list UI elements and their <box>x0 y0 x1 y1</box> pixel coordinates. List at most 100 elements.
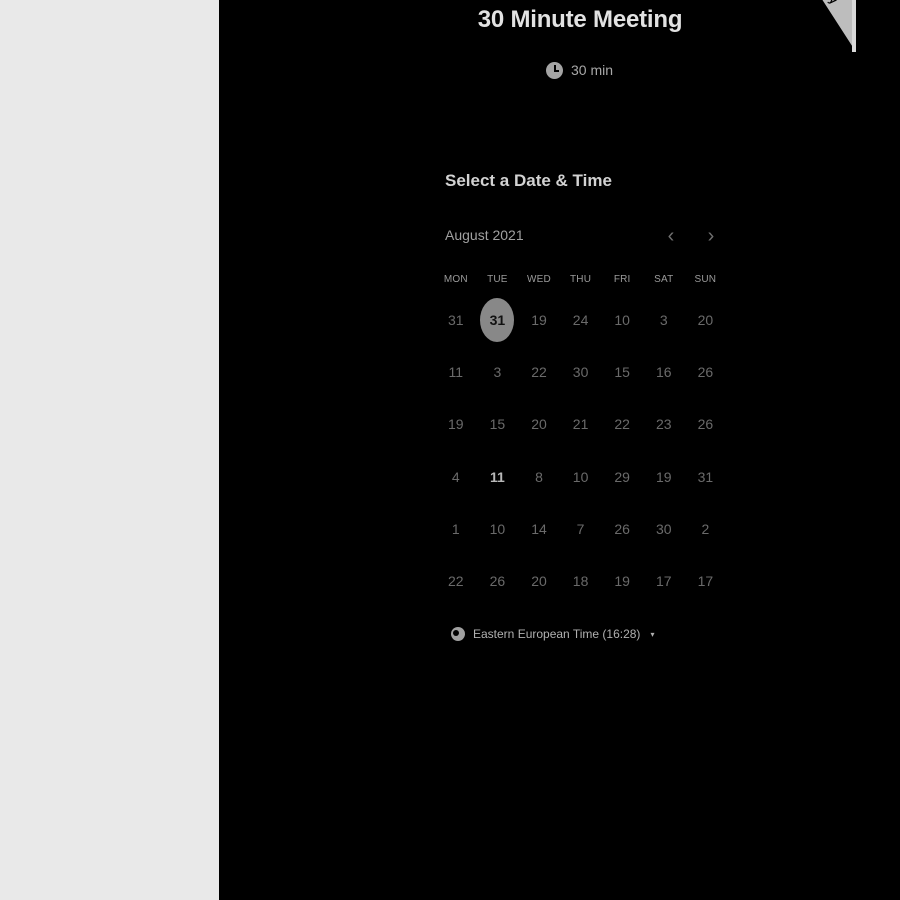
calendar-day[interactable]: 20 <box>518 555 560 607</box>
calendar-day-number: 26 <box>489 573 506 590</box>
calendar-day[interactable]: 2 <box>685 503 727 555</box>
caret-down-icon: ▾ <box>650 629 655 639</box>
timezone-selector[interactable]: Eastern European Time (16:28) ▾ <box>451 627 654 641</box>
calendar-day-number: 1 <box>451 520 460 537</box>
calendar-day[interactable]: 10 <box>601 294 643 346</box>
calendar: MON TUE WED THU FRI SAT SUN 31 31 19 24 10 3 2… <box>435 274 727 607</box>
calendar-day[interactable]: 26 <box>601 503 643 555</box>
calendar-day[interactable]: 24 <box>560 294 602 346</box>
calendar-day-number: 24 <box>572 312 589 329</box>
calendar-day[interactable]: 7 <box>560 503 602 555</box>
select-date-time-heading: Select a Date & Time <box>445 171 612 190</box>
weekday-sat: SAT <box>654 274 674 285</box>
calendar-day-number: 31 <box>448 312 464 329</box>
calendar-day[interactable]: 31 <box>477 294 519 346</box>
left-panel <box>0 0 219 900</box>
timezone-label: Eastern European Time (16:28) <box>473 627 641 641</box>
next-month-button[interactable]: › <box>700 224 722 248</box>
calendar-day-number: 26 <box>697 364 714 381</box>
calendar-day[interactable]: 22 <box>601 398 643 450</box>
calendar-day-number: 20 <box>531 573 547 590</box>
calendar-day[interactable]: 19 <box>643 451 685 503</box>
calendar-day[interactable]: 22 <box>435 555 477 607</box>
calendar-day[interactable]: 11 <box>435 346 477 398</box>
weekday-header: MON TUE WED THU FRI SAT SUN <box>435 274 727 294</box>
calendar-day[interactable]: 1 <box>435 503 477 555</box>
calendar-day[interactable]: 31 <box>685 451 727 503</box>
calendar-day-number: 19 <box>614 573 630 590</box>
calendar-day-number: 17 <box>697 573 714 590</box>
calendar-day[interactable]: 30 <box>560 346 602 398</box>
calendar-day[interactable]: 4 <box>435 451 477 503</box>
clock-icon <box>546 61 563 79</box>
calendar-day-number: 20 <box>697 312 714 329</box>
calendar-day[interactable]: 20 <box>518 398 560 450</box>
calendar-day-number: 30 <box>572 364 589 381</box>
calendar-day[interactable]: 31 <box>435 294 477 346</box>
calendar-day-number: 31 <box>480 298 515 343</box>
calendar-day-number: 26 <box>614 520 630 537</box>
calendar-day[interactable]: 19 <box>601 555 643 607</box>
calendar-day-number: 29 <box>614 468 630 485</box>
calendar-day-number: 22 <box>531 364 547 381</box>
calendar-day-number: 11 <box>448 364 464 381</box>
calendar-day-number: 3 <box>659 312 668 329</box>
calendar-day[interactable]: 10 <box>477 503 519 555</box>
calendar-day[interactable]: 14 <box>518 503 560 555</box>
calendar-day[interactable]: 23 <box>643 398 685 450</box>
calendar-day[interactable]: 15 <box>601 346 643 398</box>
chevron-left-icon: ‹ <box>667 225 675 247</box>
calendar-day[interactable]: 29 <box>601 451 643 503</box>
calendar-day-number: 11 <box>489 468 505 485</box>
calendar-month-label: August 2021 <box>445 227 524 243</box>
calendar-day-number: 15 <box>489 416 506 433</box>
calendar-day-number: 22 <box>614 416 630 433</box>
calendar-day[interactable]: 11 <box>477 451 519 503</box>
calendar-day[interactable]: 3 <box>477 346 519 398</box>
calendar-day-number: 19 <box>448 416 464 433</box>
calendar-day-number: 7 <box>576 520 585 537</box>
calendar-day-number: 18 <box>572 573 589 590</box>
calendar-day[interactable]: 19 <box>435 398 477 450</box>
calendar-day-number: 2 <box>701 520 710 537</box>
calendar-day[interactable]: 10 <box>560 451 602 503</box>
calendar-day[interactable]: 26 <box>685 398 727 450</box>
calendar-day-number: 10 <box>572 468 589 485</box>
calendar-day[interactable]: 16 <box>643 346 685 398</box>
calendar-day-number: 10 <box>614 312 630 329</box>
calendar-day[interactable]: 18 <box>560 555 602 607</box>
weekday-tue: TUE <box>487 274 508 285</box>
calendar-day-number: 16 <box>655 364 672 381</box>
calendar-day-number: 8 <box>535 468 543 485</box>
calendar-day-number: 15 <box>614 364 630 381</box>
calendar-day-number: 21 <box>572 416 589 433</box>
weekday-fri: FRI <box>613 274 631 285</box>
chevron-right-icon: › <box>707 225 715 247</box>
calendar-day-number: 30 <box>655 520 672 537</box>
event-duration: 30 min <box>546 60 613 80</box>
calendar-day[interactable]: 20 <box>685 294 727 346</box>
calendar-day[interactable]: 3 <box>643 294 685 346</box>
weekday-thu: THU <box>570 274 592 285</box>
powered-by-ribbon[interactable]: by <box>790 0 856 52</box>
calendar-day-number: 31 <box>697 468 714 485</box>
calendar-day[interactable]: 17 <box>643 555 685 607</box>
calendar-day[interactable]: 19 <box>518 294 560 346</box>
calendar-day[interactable]: 22 <box>518 346 560 398</box>
previous-month-button[interactable]: ‹ <box>660 224 682 248</box>
weekday-sun: SUN <box>694 274 717 285</box>
calendar-day[interactable]: 26 <box>477 555 519 607</box>
booking-page: by 30 Minute Meeting 30 min Select a Dat… <box>0 0 900 900</box>
calendar-day-number: 23 <box>655 416 672 433</box>
calendar-day[interactable]: 21 <box>560 398 602 450</box>
calendar-day[interactable]: 26 <box>685 346 727 398</box>
calendar-day-number: 14 <box>531 520 547 537</box>
event-title: 30 Minute Meeting <box>477 6 683 33</box>
calendar-day-grid: 31 31 19 24 10 3 20 11 3 22 30 15 16 26 19 15 20 21 22 23 26… <box>435 294 727 607</box>
calendar-day[interactable]: 15 <box>477 398 519 450</box>
calendar-day[interactable]: 17 <box>685 555 727 607</box>
ribbon-edge <box>852 0 856 52</box>
calendar-day[interactable]: 30 <box>643 503 685 555</box>
calendar-day[interactable]: 8 <box>518 451 560 503</box>
calendar-day-number: 26 <box>697 416 714 433</box>
